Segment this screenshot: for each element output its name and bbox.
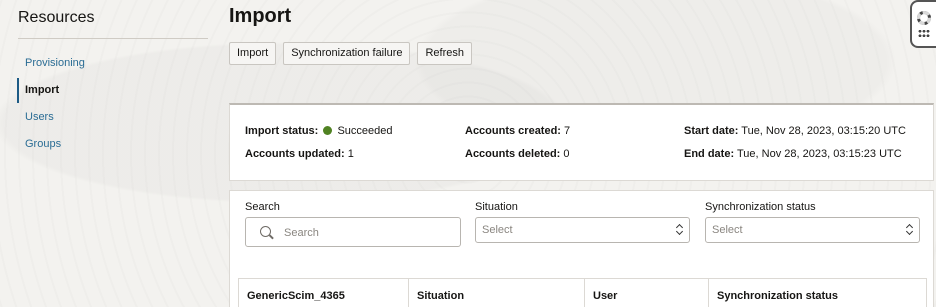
accounts-deleted: Accounts deleted: 0 — [465, 148, 570, 160]
accounts-updated-label: Accounts updated: — [245, 148, 345, 160]
table-header: GenericScim_4365 Situation User Synchron… — [238, 278, 927, 307]
filter-card: Search Situation Select Synchronization … — [229, 190, 934, 307]
search-icon — [260, 226, 271, 237]
end-date: End date: Tue, Nov 28, 2023, 03:15:23 UT… — [684, 148, 902, 160]
grid-icon — [918, 28, 930, 38]
sidebar-item-groups[interactable]: Groups — [17, 131, 207, 158]
synchronization-failure-button[interactable]: Synchronization failure — [283, 42, 411, 65]
start-date-value: Tue, Nov 28, 2023, 03:15:20 UTC — [741, 125, 906, 137]
sync-status-select-value: Select — [712, 224, 743, 236]
toolbar: Import Synchronization failure Refresh — [229, 42, 473, 65]
import-status: Import status: Succeeded — [245, 125, 393, 137]
success-status-icon — [323, 126, 333, 135]
end-date-value: Tue, Nov 28, 2023, 03:15:23 UTC — [736, 148, 902, 160]
start-date: Start date: Tue, Nov 28, 2023, 03:15:20 … — [684, 125, 906, 137]
end-date-label: End date: — [684, 148, 735, 160]
column-header-user[interactable]: User — [585, 279, 709, 307]
import-status-value: Succeeded — [337, 125, 393, 137]
sidebar-item-provisioning[interactable]: Provisioning — [17, 50, 207, 77]
sync-status-label: Synchronization status — [705, 201, 816, 213]
accounts-updated-value: 1 — [347, 148, 354, 160]
column-header-sync-status[interactable]: Synchronization status — [709, 279, 926, 307]
sidebar: Resources Provisioning Import Users Grou… — [0, 0, 215, 307]
sidebar-item-users[interactable]: Users — [17, 104, 207, 131]
situation-select[interactable]: Select — [475, 217, 690, 243]
sidebar-divider — [18, 38, 208, 39]
sidebar-item-import[interactable]: Import — [17, 77, 207, 104]
import-status-label: Import status: — [245, 125, 319, 137]
search-label: Search — [245, 201, 280, 213]
help-widget[interactable] — [910, 0, 936, 48]
page-title: Import — [229, 5, 292, 27]
chevron-up-down-icon — [906, 224, 913, 236]
accounts-created-label: Accounts created: — [465, 125, 561, 137]
refresh-button[interactable]: Refresh — [417, 42, 473, 65]
accounts-created-value: 7 — [564, 125, 571, 137]
sidebar-nav: Provisioning Import Users Groups — [17, 50, 207, 158]
main-content: Import Import Synchronization failure Re… — [229, 0, 936, 307]
situation-label: Situation — [475, 201, 518, 213]
start-date-label: Start date: — [684, 125, 739, 137]
column-header-account[interactable]: GenericScim_4365 — [239, 279, 409, 307]
import-button[interactable]: Import — [229, 42, 277, 65]
accounts-deleted-label: Accounts deleted: — [465, 148, 561, 160]
situation-select-value: Select — [482, 224, 513, 236]
chevron-up-down-icon — [676, 224, 683, 236]
column-header-situation[interactable]: Situation — [409, 279, 585, 307]
search-input[interactable] — [284, 224, 454, 242]
accounts-deleted-value: 0 — [563, 148, 570, 160]
sidebar-title: Resources — [18, 9, 95, 26]
sync-status-select[interactable]: Select — [705, 217, 920, 243]
search-field[interactable] — [245, 217, 461, 247]
import-status-card: Import status: Succeeded Accounts update… — [229, 103, 934, 181]
accounts-updated: Accounts updated: 1 — [245, 148, 354, 160]
accounts-created: Accounts created: 7 — [465, 125, 570, 137]
lifebuoy-icon — [917, 10, 931, 25]
